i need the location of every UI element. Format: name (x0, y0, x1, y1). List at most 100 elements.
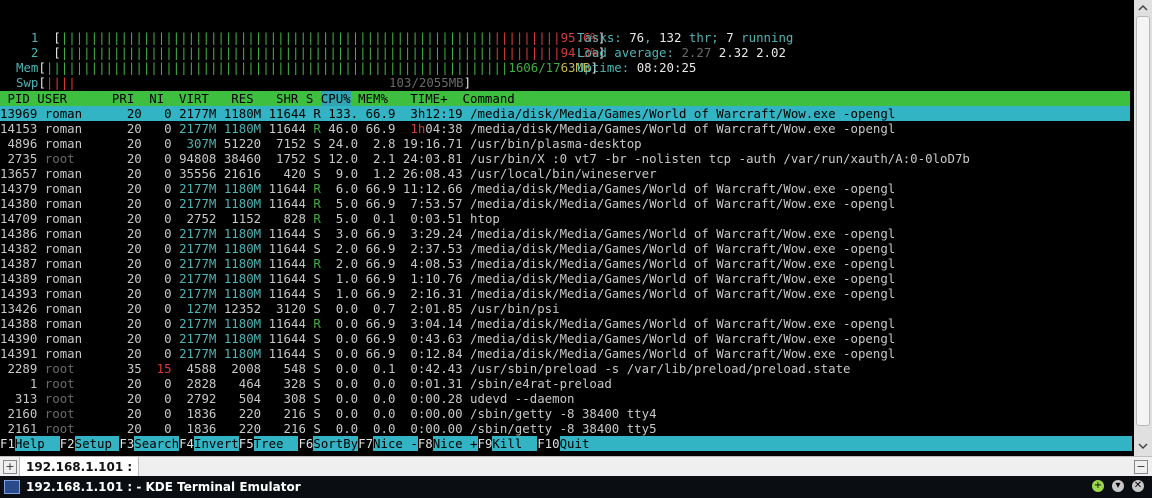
process-row[interactable]: 2289 root 35 15 4588 2008 548 S 0.0 0.1 … (0, 361, 1130, 376)
fkey-label[interactable]: Kill (492, 436, 538, 451)
cell-time-hours: 1h (395, 121, 426, 136)
cell-ni: 0 (141, 181, 172, 196)
cell-user: root (37, 391, 112, 406)
vertical-scrollbar[interactable] (1134, 0, 1152, 456)
cell-virt: 2177M (171, 316, 217, 331)
fkey-label[interactable]: Invert (193, 436, 239, 451)
fkey-f4[interactable]: F4 (179, 436, 194, 451)
cell-user: root (37, 406, 112, 421)
scroll-down-icon[interactable] (1136, 440, 1150, 452)
tab-session[interactable]: 192.168.1.101 : (19, 457, 140, 477)
cell-user: root (37, 361, 112, 376)
new-tab-icon[interactable]: + (3, 460, 17, 474)
sort-column-cpu[interactable]: CPU% (320, 91, 351, 106)
close-tab-icon[interactable]: − (1134, 460, 1148, 474)
fkey-f1[interactable]: F1 (0, 436, 15, 451)
process-row[interactable]: 2160 root 20 0 1836 220 216 S 0.0 0.0 0:… (0, 406, 1130, 421)
fkey-label[interactable]: Nice + (432, 436, 478, 451)
cell-shr: 11644 (261, 106, 306, 121)
fkey-label[interactable]: Tree (253, 436, 299, 451)
minimize-icon[interactable]: + (1092, 480, 1104, 492)
cell-ni: 0 (141, 241, 172, 256)
cell-cpu: 0.0 (320, 301, 359, 316)
cell-cmd: /media/disk/Media/Games/World of Warcraf… (462, 286, 896, 301)
process-row[interactable]: 313 root 20 0 2792 504 308 S 0.0 0.0 0:0… (0, 391, 1130, 406)
cell-res: 1180M (216, 256, 262, 271)
close-window-icon[interactable]: ✕ (1132, 480, 1144, 492)
cell-cmd: /usr/bin/X :0 vt7 -br -nolisten tcp -aut… (462, 151, 970, 166)
process-row[interactable]: 14387 roman 20 0 2177M 1180M 11644 R 2.0… (0, 256, 1130, 271)
process-row[interactable]: 14391 roman 20 0 2177M 1180M 11644 S 0.0… (0, 346, 1130, 361)
cell-s: S (305, 286, 321, 301)
cell-shr: 11644 (261, 286, 306, 301)
process-row[interactable]: 14380 roman 20 0 2177M 1180M 11644 R 5.0… (0, 196, 1130, 211)
fkey-label[interactable]: SortBy (313, 436, 359, 451)
cell-pri: 20 (111, 196, 142, 211)
fkey-f5[interactable]: F5 (238, 436, 254, 451)
cell-user: root (37, 421, 112, 436)
fkey-f3[interactable]: F3 (119, 436, 135, 451)
fkey-f6[interactable]: F6 (298, 436, 314, 451)
process-row[interactable]: 2735 root 20 0 94808 38460 1752 S 12.0 2… (0, 151, 1130, 166)
cell-shr: 11644 (261, 256, 306, 271)
cell-s: S (305, 361, 321, 376)
cell-shr: 1752 (261, 151, 306, 166)
fkey-f2[interactable]: F2 (59, 436, 75, 451)
process-row[interactable]: 14379 roman 20 0 2177M 1180M 11644 R 6.0… (0, 181, 1130, 196)
process-row[interactable]: 13426 roman 20 0 127M 12352 3120 S 0.0 0… (0, 301, 1130, 316)
cell-virt: 127M (171, 301, 217, 316)
process-row[interactable]: 13969 roman 20 0 2177M 1180M 11644 R 133… (0, 106, 1130, 121)
cell-user: roman (37, 106, 112, 121)
process-row[interactable]: 14393 roman 20 0 2177M 1180M 11644 S 1.0… (0, 286, 1130, 301)
fkey-f7[interactable]: F7 (358, 436, 374, 451)
window-title-bar[interactable]: 192.168.1.101 : - KDE Terminal Emulator … (0, 476, 1152, 498)
cell-res: 38460 (216, 151, 262, 166)
process-row[interactable]: 13657 roman 20 0 35556 21616 420 S 9.0 1… (0, 166, 1130, 181)
cell-virt: 2177M (171, 331, 217, 346)
cell-shr: 548 (261, 361, 306, 376)
cell-res: 1180M (216, 106, 262, 121)
fkey-f8[interactable]: F8 (417, 436, 433, 451)
cell-cmd: /media/disk/Media/Games/World of Warcraf… (462, 346, 896, 361)
process-row[interactable]: 1 root 20 0 2828 464 328 S 0.0 0.0 0:01.… (0, 376, 1130, 391)
fkey-f9[interactable]: F9 (477, 436, 493, 451)
cell-shr: 11644 (261, 226, 306, 241)
process-row[interactable]: 14390 roman 20 0 2177M 1180M 11644 S 0.0… (0, 331, 1130, 346)
fkey-label[interactable]: Quit (559, 436, 605, 451)
cell-pri: 20 (111, 226, 142, 241)
cpu1-meter: 1 [|||||||||||||||||||||||||||||||||||||… (30, 30, 606, 45)
tab-bar: + 192.168.1.101 : − (0, 456, 1152, 477)
process-row[interactable]: 14709 roman 20 0 2752 1152 828 R 5.0 0.1… (0, 211, 1130, 226)
cell-cmd: /media/disk/Media/Games/World of Warcraf… (462, 331, 896, 346)
scrollbar-thumb[interactable] (1136, 16, 1150, 426)
cell-time: 7:53.57 (395, 196, 463, 211)
cell-time: 0:00.00 (395, 406, 463, 421)
process-row[interactable]: 14389 roman 20 0 2177M 1180M 11644 S 1.0… (0, 271, 1130, 286)
cell-pid: 13969 (0, 106, 38, 121)
maximize-icon[interactable]: ▾ (1112, 480, 1124, 492)
cell-shr: 11644 (261, 331, 306, 346)
process-row[interactable]: 14153 roman 20 0 2177M 1180M 11644 R 46.… (0, 121, 1130, 136)
fkey-f10[interactable]: F10 (537, 436, 560, 451)
scroll-up-icon[interactable] (1136, 2, 1150, 14)
terminal-area[interactable]: 1 [|||||||||||||||||||||||||||||||||||||… (0, 0, 1132, 454)
process-row[interactable]: 2161 root 20 0 1836 220 216 S 0.0 0.0 0:… (0, 421, 1130, 436)
cell-time: 0:00.00 (395, 421, 463, 436)
process-row[interactable]: 4896 roman 20 0 307M 51220 7152 S 24.0 2… (0, 136, 1130, 151)
process-row[interactable]: 14386 roman 20 0 2177M 1180M 11644 S 3.0… (0, 226, 1130, 241)
fkey-label[interactable]: Nice - (373, 436, 418, 451)
terminal-app-icon[interactable] (4, 480, 20, 494)
cell-shr: 216 (261, 406, 306, 421)
cell-user: roman (37, 211, 112, 226)
process-table-header[interactable]: PID USER PRI NI VIRT RES SHR S CPU% MEM%… (0, 91, 1130, 106)
header-columns[interactable]: PID USER PRI NI VIRT RES SHR S (0, 91, 321, 106)
fkey-label[interactable]: Search (134, 436, 180, 451)
process-row[interactable]: 14388 roman 20 0 2177M 1180M 11644 R 0.0… (0, 316, 1130, 331)
process-list[interactable]: 13969 roman 20 0 2177M 1180M 11644 R 133… (0, 106, 1130, 436)
fkey-label[interactable]: Setup (74, 436, 120, 451)
cell-s: S (305, 346, 321, 361)
cell-user: roman (37, 121, 112, 136)
fkey-label[interactable]: Help (14, 436, 60, 451)
process-row[interactable]: 14382 roman 20 0 2177M 1180M 11644 S 2.0… (0, 241, 1130, 256)
header-columns-rest[interactable]: MEM% TIME+ Command (351, 91, 515, 106)
